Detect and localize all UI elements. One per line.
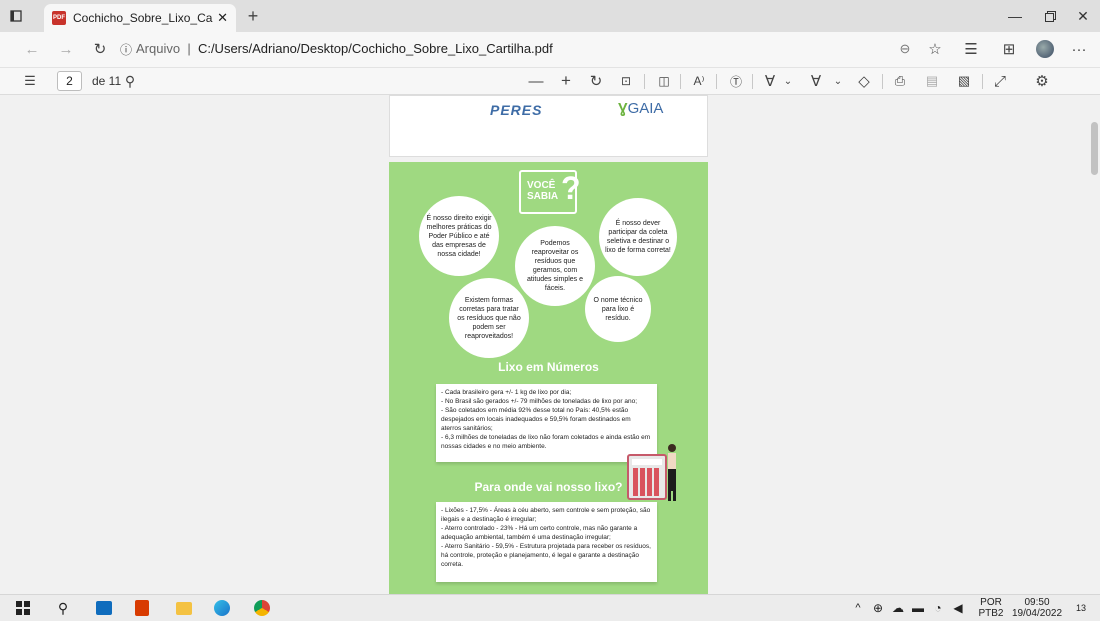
chrome-icon[interactable]: [252, 597, 272, 619]
para-onde-vai-card: - Lixões - 17,5% - Áreas à céu aberto, s…: [436, 502, 657, 582]
more-menu-icon[interactable]: ···: [1070, 40, 1088, 58]
url-field[interactable]: Arquivo | C:/Users/Adriano/Desktop/Cochi…: [136, 41, 553, 56]
page-view-icon[interactable]: ◫: [656, 72, 672, 90]
tray-chevron-icon[interactable]: ^: [850, 597, 866, 619]
active-tab[interactable]: PDF Cochicho_Sobre_Lixo_Cartilha.pd ✕: [44, 4, 236, 32]
read-aloud-icon[interactable]: A⁾: [690, 72, 708, 90]
onedrive-icon[interactable]: ☁: [890, 597, 906, 619]
pdf-page-1: PERES ƔGAIA: [389, 95, 708, 157]
contents-icon[interactable]: ☰: [22, 72, 38, 90]
edge-icon[interactable]: [212, 597, 232, 619]
wifi-icon[interactable]: ◔: [930, 597, 946, 619]
fact-bubble: É nosso direito exigir melhores práticas…: [419, 196, 499, 276]
zoom-in-icon[interactable]: +: [558, 71, 574, 90]
toolbar-divider: [680, 74, 681, 89]
toolbar-divider: [752, 74, 753, 89]
language-indicator[interactable]: POR PTB2: [976, 597, 1006, 619]
tab-title: Cochicho_Sobre_Lixo_Cartilha.pd: [73, 11, 213, 25]
fact-bubble: É nosso dever participar da coleta selet…: [599, 198, 677, 276]
url-prefix: Arquivo: [136, 41, 181, 56]
draw-options-chevron-icon[interactable]: ⌄: [782, 72, 794, 90]
card-line: - São coletados em média 92% desse total…: [441, 407, 631, 432]
settings-gear-icon[interactable]: ⚙: [1034, 72, 1050, 90]
toolbar-divider: [882, 74, 883, 89]
zoom-icon[interactable]: ⊖: [896, 40, 914, 58]
network-icon[interactable]: ▬: [910, 597, 926, 619]
card-line: - Cada brasileiro gera +/- 1 kg de lixo …: [441, 389, 572, 396]
woman-illustration: [668, 444, 676, 501]
zoom-out-icon[interactable]: —: [528, 72, 544, 90]
eraser-icon[interactable]: ◇: [856, 72, 872, 90]
question-mark-icon: ?: [561, 170, 581, 206]
notification-count: 13: [1075, 603, 1086, 613]
card-line: - 6,3 milhões de toneladas de lixo não f…: [441, 434, 651, 450]
fit-page-icon[interactable]: ⊡: [618, 72, 634, 90]
minimize-button[interactable]: —: [996, 0, 1034, 32]
fact-bubble: Existem formas corretas para tratar os r…: [449, 278, 529, 358]
peres-logo: PERES: [490, 102, 543, 118]
pdf-file-icon: PDF: [52, 11, 66, 25]
page-number-input[interactable]: 2: [57, 71, 82, 91]
pdf-page-2: VOCÊ SABIA ? É nosso direito exigir melh…: [389, 162, 708, 594]
text-box-icon[interactable]: Ⓣ: [728, 72, 744, 90]
new-tab-button[interactable]: +: [244, 6, 262, 26]
search-taskbar-icon[interactable]: ⚲: [54, 597, 72, 619]
scrollbar-thumb[interactable]: [1091, 122, 1098, 175]
card-line: - Aterro Sanitário - 59,5% - Estrutura p…: [441, 543, 651, 568]
clock[interactable]: 09:50 19/04/2022: [1010, 597, 1064, 619]
tray-app-icon[interactable]: ⊕: [870, 597, 886, 619]
rotate-icon[interactable]: ↻: [588, 72, 604, 90]
url-text: C:/Users/Adriano/Desktop/Cochicho_Sobre_…: [197, 41, 553, 56]
section-title-lixo-em-numeros: Lixo em Números: [498, 360, 599, 374]
draw-icon[interactable]: ∀: [762, 72, 778, 90]
office-icon[interactable]: [132, 597, 152, 619]
gaia-logo-text: GAIA: [627, 100, 664, 117]
forward-icon[interactable]: →: [58, 40, 74, 58]
clock-time: 09:50: [1024, 597, 1050, 608]
section-title-para-onde-vai: Para onde vai nosso lixo?: [474, 480, 623, 494]
outlook-icon[interactable]: [94, 597, 114, 619]
toolbar-divider: [644, 74, 645, 89]
tab-close-button[interactable]: ✕: [217, 10, 228, 26]
save-icon[interactable]: ▤: [924, 72, 940, 90]
back-icon[interactable]: ←: [24, 40, 40, 58]
fact-bubble: Podemos reaproveitar os resíduos que ger…: [515, 226, 595, 306]
collections-icon[interactable]: ⊞: [1000, 40, 1018, 58]
windows-start-icon[interactable]: [14, 597, 32, 619]
url-divider: |: [183, 41, 195, 56]
profile-avatar[interactable]: [1034, 38, 1056, 60]
lixo-em-numeros-card: - Cada brasileiro gera +/- 1 kg de lixo …: [436, 384, 657, 462]
gaia-logo: ƔGAIA: [618, 100, 664, 117]
card-line: - Aterro controlado - 23% - Há um certo …: [441, 525, 638, 541]
language-code: POR: [980, 597, 1002, 608]
save-as-icon[interactable]: ▧: [956, 72, 972, 90]
toolbar-divider: [716, 74, 717, 89]
search-icon[interactable]: ⚲: [122, 72, 138, 90]
pdf-viewer[interactable]: PERES ƔGAIA VOCÊ SABIA ? É nosso direito…: [0, 95, 1089, 594]
keyboard-layout: PTB2: [978, 608, 1004, 619]
close-window-button[interactable]: ✕: [1064, 0, 1100, 32]
tab-actions-icon[interactable]: [8, 8, 24, 24]
toolbar-divider: [982, 74, 983, 89]
volume-icon[interactable]: ◀: [950, 597, 966, 619]
refresh-icon[interactable]: ↻: [92, 40, 108, 58]
print-icon[interactable]: ⎙: [892, 72, 908, 90]
notifications-icon[interactable]: 13: [1070, 597, 1092, 619]
card-line: - No Brasil são gerados +/- 79 milhões d…: [441, 398, 638, 405]
page-total-label: de 11: [92, 74, 122, 88]
fullscreen-icon[interactable]: ⤢: [992, 72, 1008, 90]
highlight-icon[interactable]: ∀: [808, 72, 824, 90]
favorite-add-icon[interactable]: ☆: [926, 40, 944, 58]
fact-bubble: O nome técnico para lixo é resíduo.: [585, 276, 651, 342]
card-line: - Lixões - 17,5% - Áreas à céu aberto, s…: [441, 507, 651, 523]
info-icon[interactable]: ⓘ: [118, 40, 134, 58]
file-explorer-icon[interactable]: [174, 597, 194, 619]
highlight-options-chevron-icon[interactable]: ⌄: [832, 72, 844, 90]
clock-date: 19/04/2022: [1011, 608, 1063, 619]
favorites-icon[interactable]: ☰: [962, 40, 980, 58]
